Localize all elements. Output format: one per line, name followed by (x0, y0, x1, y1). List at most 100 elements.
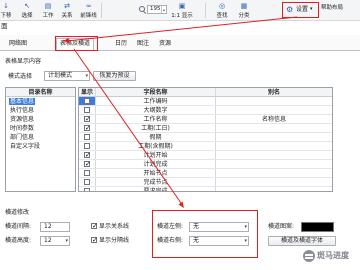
field-show-cell (79, 142, 96, 150)
field-show-checkbox[interactable] (84, 143, 90, 149)
select-button[interactable]: ↖ 选择 (21, 2, 33, 20)
chevron-down-icon: ▾ (310, 6, 313, 12)
field-alias-cell[interactable] (216, 106, 332, 114)
table-row[interactable]: 工作编码 (79, 97, 332, 106)
column-header-field[interactable]: 字段名称 (96, 88, 216, 96)
bar-right-label: 横道右侧: (157, 237, 184, 244)
table-row[interactable]: 工期(含假期) (79, 142, 332, 151)
bar-height-select[interactable]: 12 ▾ (40, 236, 70, 246)
table-row[interactable]: 计划完成 (79, 160, 332, 169)
fit-view-icon: ▣ (178, 2, 186, 10)
field-alias-cell[interactable] (216, 169, 332, 177)
table-row[interactable]: 大纲数字 (79, 106, 332, 115)
frontline-button[interactable]: ≈ 前锋线 (80, 2, 97, 20)
help-layout-button[interactable]: 帮助布局 (321, 5, 343, 12)
field-name-cell: 工期(工日) (96, 124, 216, 132)
bar-pattern-swatch[interactable] (301, 222, 334, 232)
field-alias-cell[interactable] (216, 142, 332, 150)
bar-height-label: 横道高度: (5, 237, 32, 244)
task-button[interactable]: ▤ 工作 (42, 2, 54, 20)
catalog-item-execution[interactable]: 执行信息 (6, 106, 75, 115)
bar-spacing-input[interactable]: 12 (40, 222, 70, 232)
field-show-checkbox[interactable] (84, 179, 90, 185)
catalog-item-department[interactable]: 部门信息 (6, 133, 75, 142)
bar-spacing-label: 横道间隔: (5, 223, 32, 230)
checkbox-icon[interactable] (91, 236, 98, 244)
table-row[interactable]: 计划开始 (79, 151, 332, 160)
field-alias-cell[interactable] (216, 124, 332, 132)
catalog-item-label: 部门信息 (10, 134, 35, 141)
field-alias-cell[interactable] (216, 187, 332, 191)
fields-table: 显示 字段名称 别名 工作编码大纲数字工作名称名称信息工期(工日)假期工期(含假… (78, 87, 333, 192)
bar-height-value: 12 (44, 237, 52, 244)
tab-network-chart[interactable]: 网络图 (6, 38, 30, 50)
mode-select[interactable]: 计划模式 ▾ (44, 71, 90, 81)
classify-button[interactable]: ▦ 分类 (238, 2, 250, 20)
field-alias-cell[interactable] (216, 151, 332, 159)
table-row[interactable]: 要求完成 (79, 187, 332, 191)
table-row[interactable]: 完成节点 (79, 178, 332, 187)
catalog-item-time[interactable]: 时间参数 (6, 124, 75, 133)
table-row[interactable]: 假期 (79, 133, 332, 142)
bar-font-button[interactable]: 横道及横道字体 (268, 236, 336, 246)
catalog-item-label: 基本信息 (9, 98, 36, 105)
zoom-value: 195 (150, 6, 161, 12)
field-show-checkbox[interactable] (84, 115, 91, 123)
catalog-item-basic[interactable]: 基本信息 (6, 97, 75, 106)
column-header-show[interactable]: 显示 (79, 88, 96, 96)
zoom-spinner-icon[interactable]: ▴ (161, 6, 166, 13)
ribbon-separator (101, 3, 102, 18)
show-relation-label: 显示关系线 (99, 223, 130, 230)
show-divider-label: 显示分隔线 (99, 237, 130, 244)
move-down-button[interactable]: ↓ 下移 (0, 2, 12, 20)
field-show-checkbox[interactable] (84, 160, 91, 168)
tab-calendar[interactable]: 日历 (112, 38, 130, 50)
reset-default-button[interactable]: 恢复为预设 (93, 71, 136, 81)
catalog-item-label: 资源信息 (10, 116, 35, 123)
catalog-item-label: 时间参数 (10, 125, 35, 132)
table-row[interactable]: 工作名称名称信息 (79, 115, 332, 124)
bar-right-select[interactable]: 无 ▾ (189, 236, 249, 246)
field-alias-cell[interactable]: 名称信息 (216, 115, 332, 123)
tab-table-and-bars[interactable]: 表格及横道 (56, 38, 95, 51)
catalog-item-custom[interactable]: 自定义字段 (6, 142, 75, 151)
find-button[interactable]: ◎ 查找 (216, 2, 228, 20)
table-header: 显示 字段名称 别名 (79, 88, 332, 97)
field-show-checkbox[interactable] (84, 188, 90, 191)
table-row[interactable]: 工期(工日) (79, 124, 332, 133)
field-name-cell: 要求完成 (96, 187, 216, 191)
relation-button[interactable]: ⇄ 关系 (61, 2, 73, 20)
field-show-checkbox[interactable] (84, 124, 91, 132)
field-show-checkbox[interactable] (84, 98, 90, 104)
checkbox-icon[interactable] (91, 222, 98, 230)
field-alias-cell[interactable] (216, 160, 332, 168)
tab-legend[interactable]: 图注 (134, 38, 152, 50)
bar-left-select[interactable]: 无 ▾ (189, 222, 249, 232)
field-alias-cell[interactable] (216, 133, 332, 141)
field-name-cell: 完成节点 (96, 178, 216, 186)
find-label: 查找 (216, 13, 228, 19)
field-alias-cell[interactable] (216, 97, 332, 105)
fit-view-button[interactable]: ▣ 1:1 显示 (170, 2, 194, 20)
column-header-alias[interactable]: 别名 (216, 88, 332, 96)
select-icon: ↖ (24, 2, 30, 10)
chevron-down-icon: ▾ (85, 73, 88, 79)
catalog-item-resource[interactable]: 资源信息 (6, 115, 75, 124)
show-relation-checkbox[interactable]: 显示关系线 (91, 222, 130, 231)
watermark-text: 斑马进度 (317, 251, 349, 260)
field-show-checkbox[interactable] (84, 170, 90, 176)
field-alias-cell[interactable] (216, 178, 332, 186)
settings-button[interactable]: ⚙ 设置 ▾ (283, 3, 318, 17)
field-show-checkbox[interactable] (84, 107, 90, 113)
table-row[interactable]: 开始节点 (79, 169, 332, 178)
field-show-checkbox[interactable] (84, 151, 91, 159)
frontline-label: 前锋线 (80, 13, 97, 19)
show-divider-checkbox[interactable]: 显示分隔线 (91, 236, 130, 245)
bar-pattern-label: 横道图案: (268, 223, 295, 230)
field-show-cell (79, 160, 96, 168)
field-name-cell: 计划开始 (96, 151, 216, 159)
field-show-checkbox[interactable] (84, 134, 90, 140)
zoom-input[interactable]: 195 ▴ (147, 5, 167, 14)
catalog-item-label: 执行信息 (10, 107, 35, 114)
tab-resources[interactable]: 资源 (156, 38, 174, 50)
